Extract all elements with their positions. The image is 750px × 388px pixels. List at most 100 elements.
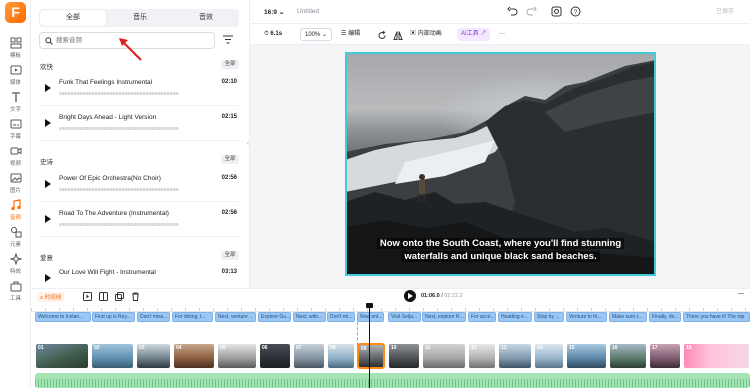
flip-icon[interactable] [393, 29, 403, 42]
video-clip[interactable]: 04 [173, 343, 215, 369]
subtitle-clip[interactable]: Make sure t... [609, 312, 647, 322]
video-clip[interactable]: 07 [293, 343, 325, 369]
edit-button[interactable]: ☰ 编辑 [341, 28, 360, 41]
delete-icon[interactable] [131, 292, 140, 301]
tab-all[interactable]: 全部 [40, 10, 106, 26]
rotate-icon[interactable] [377, 29, 387, 42]
time-ruler[interactable] [31, 304, 750, 312]
video-clip[interactable]: 11 [422, 343, 466, 369]
split-icon[interactable] [99, 292, 108, 301]
subtitle-clip[interactable]: Heading e... [498, 312, 532, 322]
rail-item-video[interactable]: 视频 [0, 142, 31, 170]
redo-icon[interactable] [526, 6, 537, 17]
ai-tools-button[interactable]: AI工具 ↗ [457, 28, 491, 41]
video-clip[interactable]: 12 [468, 343, 496, 369]
video-clip[interactable]: 17 [649, 343, 681, 369]
animation-button[interactable]: ▣ 内部动画 [410, 28, 442, 41]
add-media-icon[interactable] [83, 292, 92, 301]
timeline-tag[interactable]: ≡ 时间线 [37, 292, 65, 302]
audio-track[interactable] [35, 373, 750, 388]
video-clip[interactable]: 18 [683, 343, 750, 369]
track-item[interactable]: Bright Days Ahead - Light Version 02:15 [39, 107, 239, 141]
play-icon[interactable] [45, 215, 51, 223]
subtitle-clip[interactable]: First up is Rey... [92, 312, 135, 322]
undo-icon[interactable] [507, 6, 518, 17]
subtitle-clip[interactable]: For acco... [468, 312, 496, 322]
screenshot-icon[interactable] [551, 6, 562, 17]
subtitle-clip[interactable]: Now ont... [357, 312, 384, 322]
video-clip[interactable]: 14 [534, 343, 564, 369]
track-item[interactable]: Power Of Epic Orchestra(No Choir) 02:56 [39, 168, 239, 202]
play-button[interactable] [404, 290, 416, 302]
section-all-button[interactable]: 全部 [221, 251, 239, 260]
rail-label: 视频 [9, 161, 21, 167]
section-all-button[interactable]: 全部 [221, 60, 239, 69]
video-clip[interactable]: 16 [609, 343, 647, 369]
track-duration: 02:56 [221, 175, 237, 181]
subtitle-clip[interactable]: Venture to th... [566, 312, 607, 322]
saved-status-button[interactable]: 已保存 [705, 6, 745, 19]
video-clip[interactable]: 06 [259, 343, 291, 369]
rail-item-music[interactable]: 音频 [0, 196, 31, 224]
video-clip-selected[interactable]: 09 [357, 343, 385, 369]
filter-icon[interactable] [223, 35, 233, 44]
subtitle-clip[interactable]: Visit Selja... [388, 312, 421, 322]
rail-item-effects[interactable]: 特效 [0, 250, 31, 278]
subtitle-clip[interactable]: Welcome to Icelan... [35, 312, 91, 322]
video-clip[interactable]: 15 [566, 343, 607, 369]
aspect-ratio-select[interactable]: 16:9 ⌄ [264, 8, 284, 16]
track-item[interactable]: Funk That Feelings Instrumental 02:10 [39, 72, 239, 106]
tab-music[interactable]: 音乐 [107, 9, 173, 27]
subtitle-clip[interactable]: Next, venture ... [215, 312, 256, 322]
rail-item-image[interactable]: 图片 [0, 169, 31, 197]
subtitle-clip[interactable]: Don't mi... [327, 312, 355, 322]
video-clip[interactable]: 08 [327, 343, 355, 369]
video-clip[interactable]: 02 [91, 343, 134, 369]
help-icon[interactable]: ? [570, 6, 581, 17]
track-item[interactable]: Road To The Adventure (Instrumental) 02:… [39, 203, 239, 237]
video-clip[interactable]: 01 [35, 343, 89, 369]
play-icon[interactable] [45, 119, 51, 127]
play-icon[interactable] [45, 84, 51, 92]
section-all-button[interactable]: 全部 [221, 155, 239, 164]
zoom-out-icon[interactable]: — [738, 291, 744, 297]
subtitle-track: Welcome to Icelan... First up is Rey... … [31, 312, 750, 322]
play-icon[interactable] [45, 180, 51, 188]
video-clip[interactable]: 05 [217, 343, 257, 369]
project-title[interactable]: Untitled [297, 8, 319, 15]
rail-item-subtitle[interactable]: 字幕 [0, 115, 31, 143]
video-clip[interactable]: 10 [388, 343, 420, 369]
video-clip[interactable]: 13 [498, 343, 532, 369]
svg-text:?: ? [574, 10, 578, 16]
duration-control[interactable]: ⏱ 6.1s [264, 28, 282, 41]
clip-number: 18 [686, 345, 692, 351]
play-icon[interactable] [45, 274, 51, 282]
clip-number: 03 [139, 345, 145, 351]
rail-item-template[interactable]: 模板 [0, 34, 31, 62]
subtitle-clip[interactable]: Don't miss... [137, 312, 170, 322]
subtitle-clip[interactable]: Finally, do... [649, 312, 681, 322]
playhead[interactable] [366, 303, 373, 388]
rail-item-media[interactable]: 媒体 [0, 61, 31, 89]
track-duration: 02:56 [221, 210, 237, 216]
more-icon[interactable]: ··· [499, 28, 505, 41]
duplicate-icon[interactable] [115, 292, 124, 301]
video-canvas[interactable]: Now onto the South Coast, where you'll f… [345, 52, 656, 276]
subtitle-clip[interactable]: For dining, t... [172, 312, 213, 322]
clip-number: 13 [501, 345, 507, 351]
zoom-select[interactable]: 100% ⌄ [300, 28, 333, 41]
rail-item-element[interactable]: 元素 [0, 223, 31, 251]
subtitle-clip[interactable]: Next, witn... [293, 312, 326, 322]
rail-item-text[interactable]: 文字 [0, 88, 31, 116]
subtitle-clip[interactable]: There you have it! The top [683, 312, 750, 322]
tab-sound-effects[interactable]: 音效 [173, 9, 239, 27]
subtitle-clip[interactable]: Stop by ... [534, 312, 564, 322]
video-caption[interactable]: Now onto the South Coast, where you'll f… [347, 237, 654, 263]
rail-item-tools[interactable]: 工具 [0, 277, 31, 305]
rail-label: 工具 [9, 296, 21, 302]
subtitle-clip[interactable]: Next, explore R... [422, 312, 466, 322]
subtitle-clip[interactable]: Explore Gu... [258, 312, 291, 322]
track-item[interactable]: Our Love Will Fight - Instrumental 03:13 [39, 262, 239, 286]
video-clip[interactable]: 03 [136, 343, 171, 369]
clip-number: 05 [220, 345, 226, 351]
